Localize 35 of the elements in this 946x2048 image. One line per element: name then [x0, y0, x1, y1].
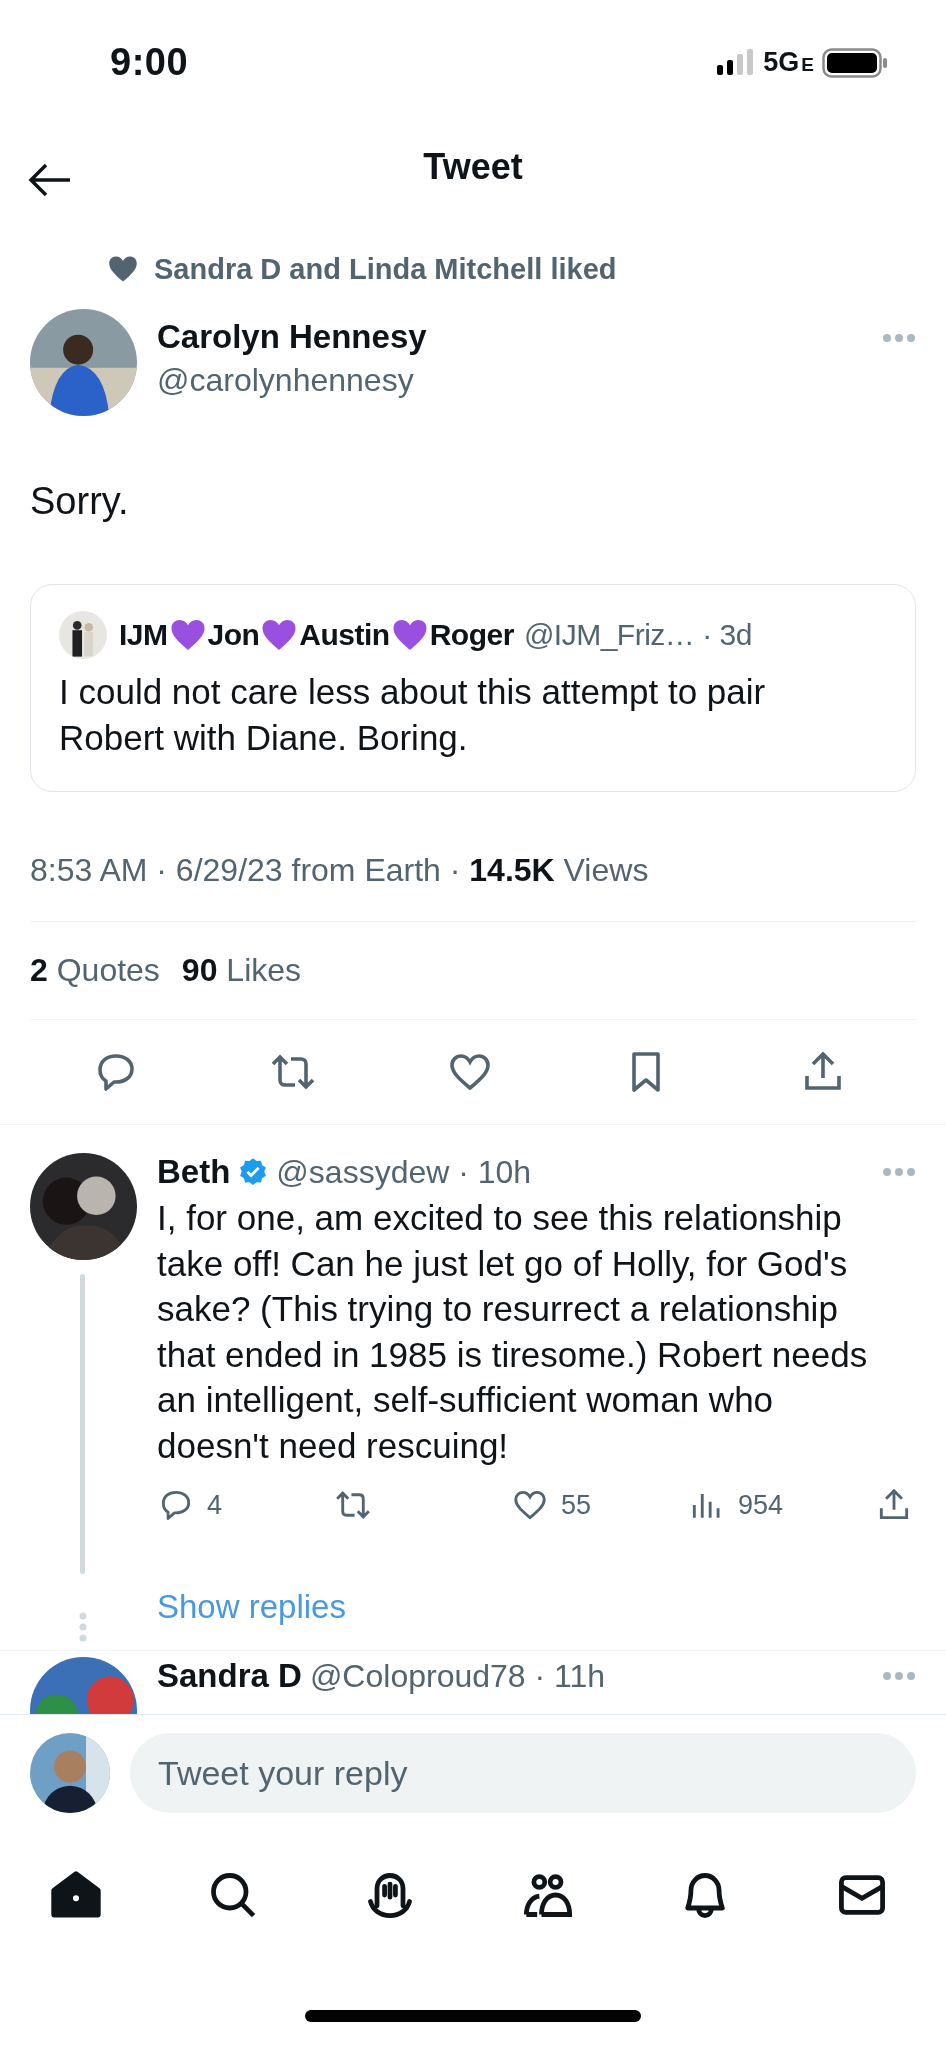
- author-name: Jon: [207, 618, 260, 652]
- page-title: Tweet: [423, 146, 523, 188]
- quoted-tweet-card[interactable]: IJM Jon Austin Roger @IJM_Friz… · 3d I could not care less about this attempt to pair Robert with Diane. Boring.: [30, 584, 916, 792]
- author-name: IJM: [119, 618, 168, 652]
- tweet-text: Sorry.: [30, 479, 130, 524]
- action-count: 4: [207, 1489, 223, 1521]
- reply-text: I, for one, am excited to see this relationship take off! Can he just let go of Holly, for God's sake? (This trying to resurrect a relationship that ended in 1985 is tiresome.) Robert needs an intelligent, self-sufficient woman who doesn't need rescuing!: [157, 1197, 869, 1467]
- home-icon[interactable]: [50, 1869, 102, 1921]
- more-replies-icon: [78, 1612, 88, 1642]
- battery-icon: [822, 47, 888, 78]
- author-name[interactable]: Carolyn Hennesy: [157, 318, 862, 356]
- action-count: 55: [561, 1489, 592, 1521]
- clock-time: 9:00: [110, 41, 189, 84]
- author-name[interactable]: Beth: [157, 1153, 231, 1191]
- heart-icon: [108, 255, 138, 283]
- signal-icon: [717, 48, 756, 77]
- author-name: Roger: [429, 618, 514, 652]
- back-arrow-icon[interactable]: [28, 162, 72, 198]
- action-count: 954: [738, 1489, 784, 1521]
- author-handle[interactable]: @carolynhennesy: [157, 362, 862, 399]
- handle-and-time: @sassydew · 10h: [276, 1153, 532, 1191]
- author-name: Austin: [299, 618, 390, 652]
- stat-link[interactable]: 2 Quotes: [30, 952, 160, 989]
- reply-field[interactable]: Tweet your reply: [130, 1733, 916, 1813]
- handle-and-time: @IJM_Friz… · 3d: [523, 618, 752, 652]
- handle-and-time: @Coloproud78 · 11h: [309, 1657, 606, 1695]
- network-label: 5G E: [763, 47, 814, 78]
- heart-icon: [391, 618, 428, 652]
- liked-by-text: Sandra D and Linda Mitchell liked: [154, 252, 617, 286]
- author-name[interactable]: Sandra D: [157, 1657, 302, 1695]
- tweet-meta: 8:53 AM · 6/29/23 from Earth · 14.5K Views: [30, 852, 916, 922]
- quoted-tweet-text: I could not care less about this attempt to pair Robert with Diane. Boring.: [59, 671, 767, 759]
- stat-link[interactable]: 90 Likes: [181, 952, 302, 989]
- heart-icon: [261, 618, 298, 652]
- heart-icon: [169, 618, 206, 652]
